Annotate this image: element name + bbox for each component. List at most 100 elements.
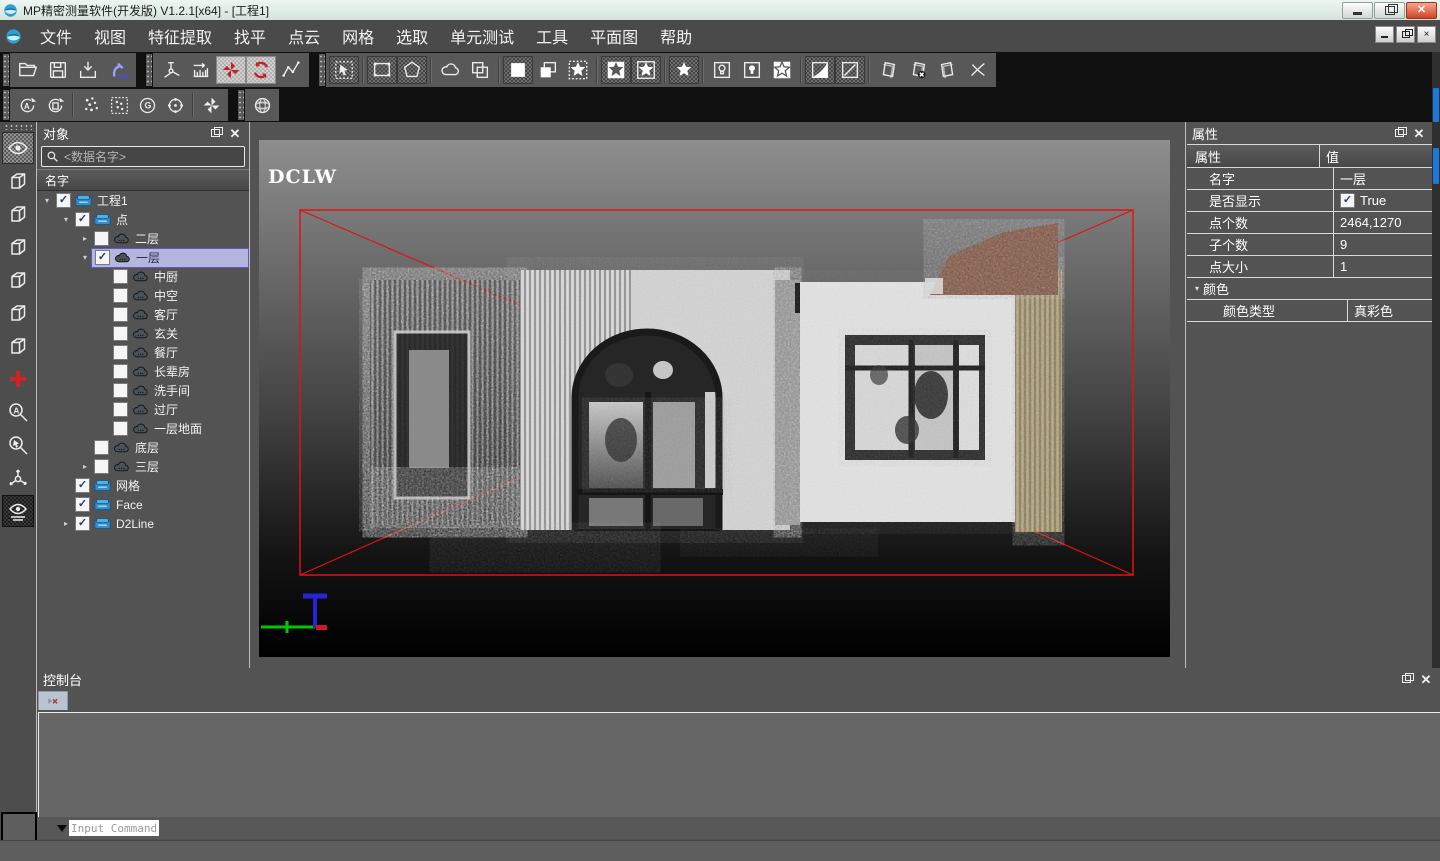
g-circle-button[interactable]: G: [133, 92, 161, 118]
property-row[interactable]: 颜色类型真彩色: [1187, 300, 1432, 322]
tree-item[interactable]: 过厅: [37, 400, 249, 419]
property-row[interactable]: 名字一层: [1187, 168, 1432, 190]
tree-item-content[interactable]: 底层: [91, 439, 249, 457]
visibility-checkbox[interactable]: ✓: [75, 212, 90, 227]
tree-item[interactable]: 客厅: [37, 305, 249, 324]
tree-item-selected[interactable]: ✓一层: [91, 248, 249, 268]
mdi-restore-button[interactable]: [1396, 26, 1415, 43]
visibility-checkbox[interactable]: [113, 364, 128, 379]
visibility-checkbox[interactable]: ✓: [95, 250, 110, 265]
select-overlap-button[interactable]: [465, 56, 495, 84]
fill-rect-button[interactable]: [503, 56, 533, 84]
tree-item[interactable]: 玄关: [37, 324, 249, 343]
open-button[interactable]: [13, 56, 43, 84]
mdi-close-button[interactable]: ×: [1417, 26, 1436, 43]
tree-item[interactable]: 餐厅: [37, 343, 249, 362]
axis-ball-button[interactable]: [2, 462, 34, 494]
zoom-a-button[interactable]: A: [2, 396, 34, 428]
import-button[interactable]: [73, 56, 103, 84]
tree-expander-icon[interactable]: ▾: [79, 253, 91, 262]
restore-button[interactable]: [1374, 2, 1405, 19]
toolbar-drag-handle[interactable]: [3, 90, 9, 120]
tree-item-content[interactable]: ✓Face: [72, 496, 249, 514]
cube-button[interactable]: [2, 264, 34, 296]
console-tab[interactable]: [38, 691, 68, 710]
visibility-checkbox[interactable]: [113, 326, 128, 341]
star-dashed-button[interactable]: [563, 56, 593, 84]
save-button[interactable]: [43, 56, 73, 84]
command-input[interactable]: [69, 820, 159, 836]
tree-item-content[interactable]: 三层: [91, 458, 249, 476]
menu-item-1[interactable]: 文件: [29, 20, 83, 52]
star-box-button[interactable]: [601, 56, 631, 84]
select-rect-button[interactable]: [367, 56, 397, 84]
tree-item-content[interactable]: ✓网格: [72, 477, 249, 495]
cube-button[interactable]: [2, 198, 34, 230]
tree-item-content[interactable]: 餐厅: [110, 344, 249, 362]
visibility-checkbox[interactable]: ✓: [75, 516, 90, 531]
menu-item-11[interactable]: 帮助: [649, 20, 703, 52]
ruler-button[interactable]: [186, 56, 216, 84]
level-button[interactable]: [156, 56, 186, 84]
visibility-checkbox[interactable]: [94, 440, 109, 455]
visibility-checkbox[interactable]: [94, 231, 109, 246]
refresh-red-button[interactable]: [246, 56, 276, 84]
visibility-checkbox[interactable]: [113, 402, 128, 417]
tree-item-content[interactable]: 中空: [110, 287, 249, 305]
bulb-box-button[interactable]: [737, 56, 767, 84]
tree-item-content[interactable]: 中厨: [110, 268, 249, 286]
cube-button[interactable]: [2, 297, 34, 329]
tree-item-content[interactable]: 长辈房: [110, 363, 249, 381]
sphere-button[interactable]: [248, 92, 276, 118]
menu-item-9[interactable]: 工具: [525, 20, 579, 52]
visibility-checkbox[interactable]: ✓: [75, 497, 90, 512]
tree-item-content[interactable]: 二层: [91, 230, 249, 248]
polyline-button[interactable]: [276, 56, 306, 84]
plane-button[interactable]: [873, 56, 903, 84]
scatter-button[interactable]: [77, 92, 105, 118]
viewport-3d[interactable]: DCLW: [259, 140, 1170, 657]
cube-button[interactable]: [2, 165, 34, 197]
property-row[interactable]: 子个数9: [1187, 234, 1432, 256]
select-polygon-button[interactable]: [397, 56, 427, 84]
eye-hand-button[interactable]: [2, 495, 34, 527]
property-row[interactable]: ▾颜色: [1187, 278, 1432, 300]
visibility-checkbox[interactable]: ✓: [75, 478, 90, 493]
group-expander-icon[interactable]: ▾: [1195, 284, 1199, 293]
visibility-checkbox[interactable]: [113, 288, 128, 303]
visibility-checkbox[interactable]: ✓: [56, 193, 71, 208]
tree-item[interactable]: ▸三层: [37, 457, 249, 476]
tree-item[interactable]: 中厨: [37, 267, 249, 286]
scrollbar-thumb[interactable]: [1433, 88, 1439, 122]
tree-item[interactable]: ✓网格: [37, 476, 249, 495]
tree-item-content[interactable]: ✓工程1: [53, 192, 249, 210]
tree-item-content[interactable]: ✓点: [72, 211, 249, 229]
tree-expander-icon[interactable]: ▸: [60, 519, 72, 528]
tree-item-content[interactable]: 洗手间: [110, 382, 249, 400]
tree-column-header[interactable]: 名字: [37, 169, 249, 191]
star-white-button[interactable]: [767, 56, 797, 84]
shade-square-button[interactable]: [805, 56, 835, 84]
visibility-checkbox[interactable]: [113, 269, 128, 284]
close-panel-button[interactable]: ✕: [1418, 672, 1434, 686]
plane-del-button[interactable]: [903, 56, 933, 84]
select-lasso-button[interactable]: [435, 56, 465, 84]
menu-item-4[interactable]: 找平: [223, 20, 277, 52]
pinwheel-white-button[interactable]: [197, 92, 225, 118]
menu-item-2[interactable]: 视图: [83, 20, 137, 52]
tree-item-content[interactable]: 客厅: [110, 306, 249, 324]
slash-square-button[interactable]: [835, 56, 865, 84]
tree-item[interactable]: 底层: [37, 438, 249, 457]
tree-expander-icon[interactable]: ▾: [41, 196, 53, 205]
tree-item-content[interactable]: ✓D2Line: [72, 515, 249, 533]
star-fill-button[interactable]: [669, 56, 699, 84]
tree-item[interactable]: ▾✓一层: [37, 248, 249, 267]
visibility-checkbox[interactable]: [113, 383, 128, 398]
menu-item-5[interactable]: 点云: [277, 20, 331, 52]
visibility-checkbox[interactable]: [113, 307, 128, 322]
copy-rect-button[interactable]: [533, 56, 563, 84]
eye-button[interactable]: [2, 132, 34, 164]
plane2-button[interactable]: [933, 56, 963, 84]
rotate-a-button[interactable]: A: [13, 92, 41, 118]
toolbar-drag-handle[interactable]: [3, 54, 9, 86]
